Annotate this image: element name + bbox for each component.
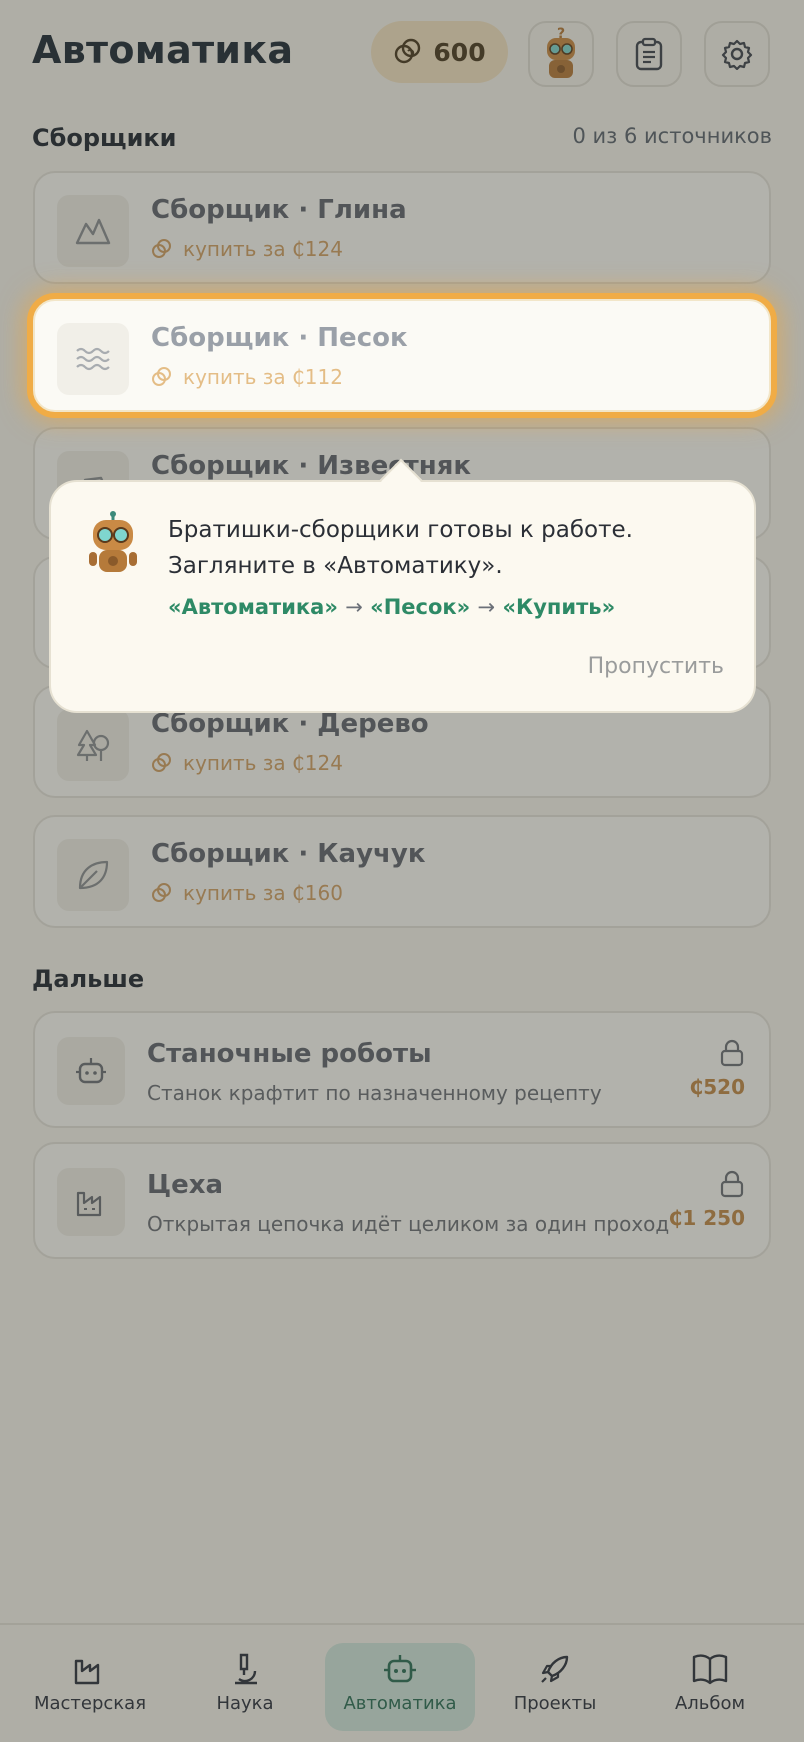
path-step: «Песок» [370,595,471,619]
waves-icon [76,347,110,371]
tooltip-line: Загляните в «Автоматику». [168,553,503,579]
tutorial-overlay [0,0,804,1742]
tooltip-path: «Автоматика» → «Песок» → «Купить» [168,595,615,619]
collector-icon-box [57,323,129,395]
arrow-right-icon: → [477,595,496,619]
arrow-right-icon: → [345,595,363,619]
tooltip-line: Братишки-сборщики готовы к работе. [168,517,633,543]
collector-name: Сборщик · Песок [151,323,408,353]
screen: Автоматика 600 ? Сборщики 0 из 6 источни… [0,0,804,1742]
path-step: «Автоматика» [168,595,338,619]
skip-button[interactable]: Пропустить [588,654,724,679]
coin-icon [152,367,171,386]
tutorial-tooltip: Братишки-сборщики готовы к работе. Загля… [49,458,756,713]
path-step: «Купить» [502,595,616,619]
robot-mascot-icon [89,511,137,572]
collector-card-sand[interactable]: Сборщик · Песок купить за ₵112 [33,299,771,412]
collector-price[interactable]: купить за ₵112 [151,365,343,389]
tooltip-message: Братишки-сборщики готовы к работе. Загля… [168,512,633,584]
collector-price-label: купить за ₵112 [183,365,343,389]
